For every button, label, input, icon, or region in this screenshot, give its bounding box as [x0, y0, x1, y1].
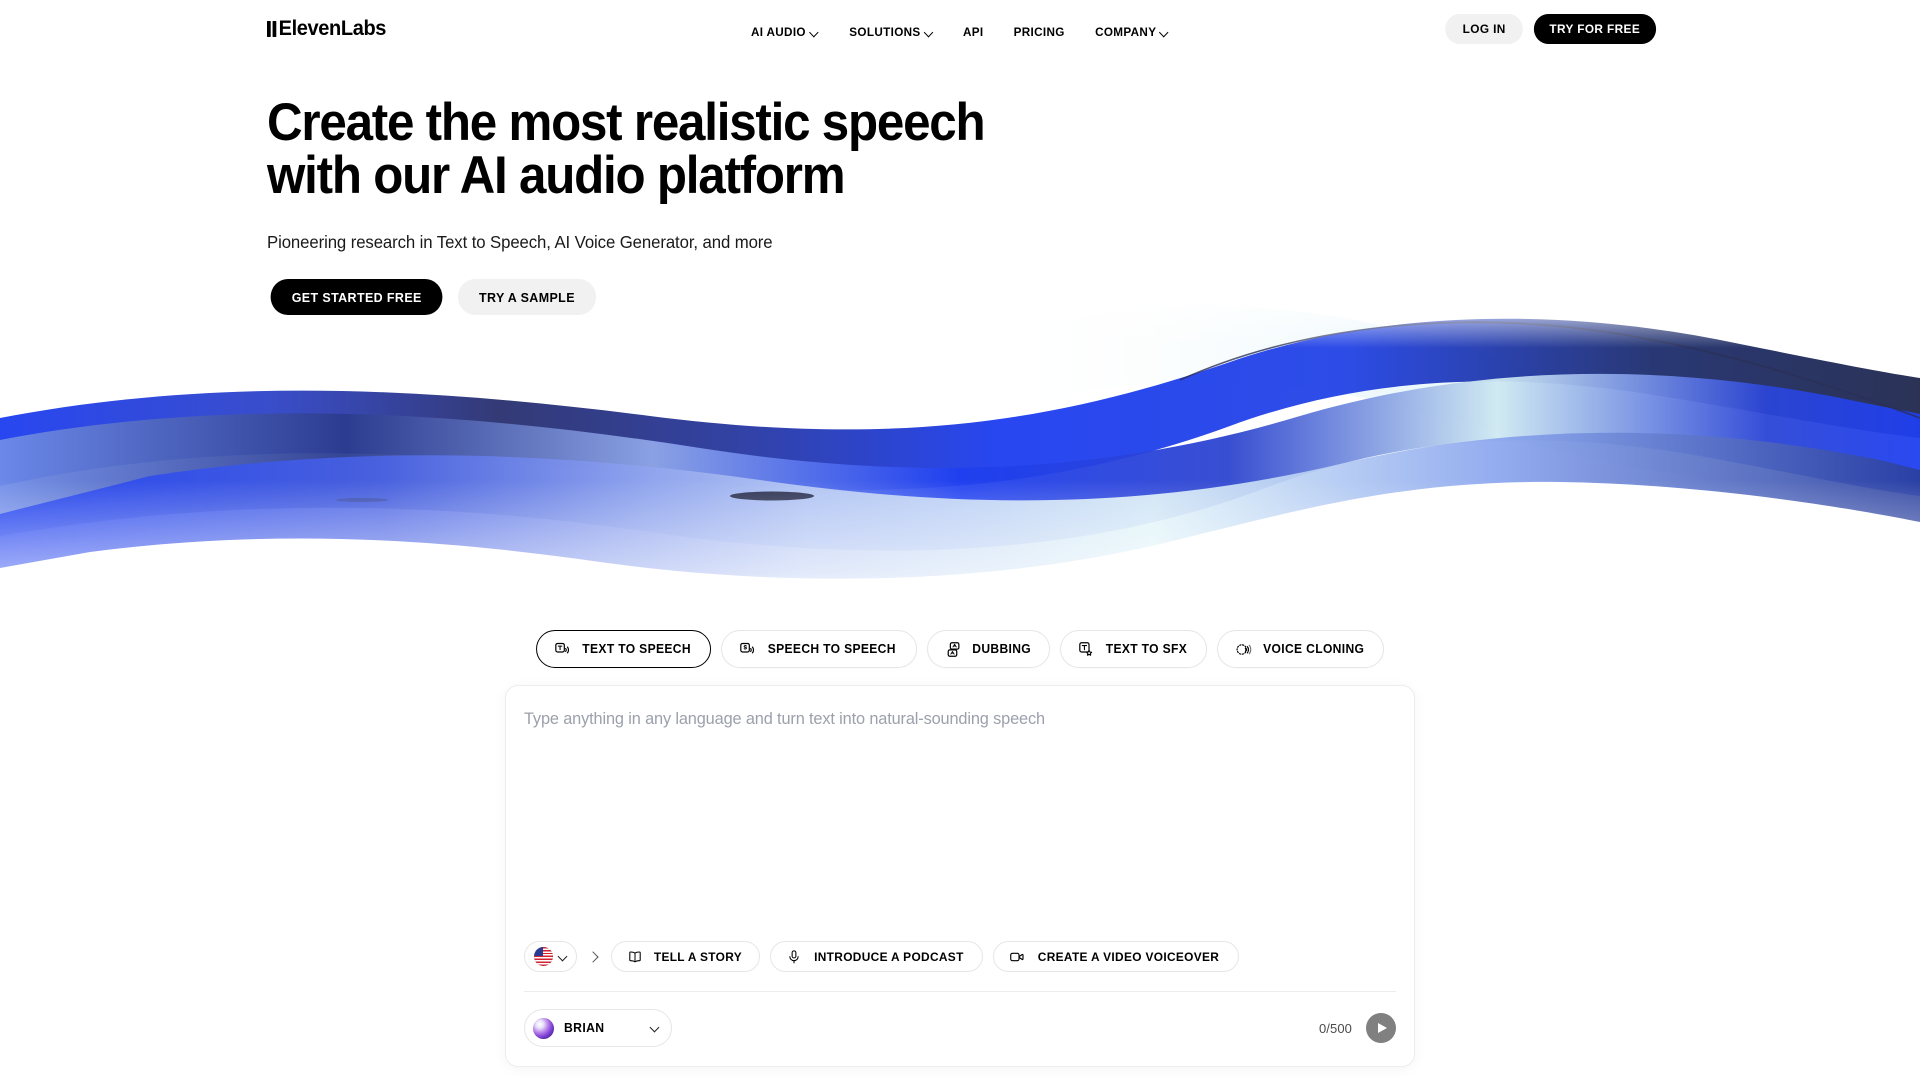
text-to-sfx-icon: [1079, 641, 1092, 656]
page-title: Create the most realistic speech with ou…: [267, 96, 1104, 202]
tab-label: VOICE CLONING: [1262, 642, 1364, 656]
tab-label: SPEECH TO SPEECH: [767, 642, 896, 656]
modality-tabs: TEXT TO SPEECH SPEECH TO SPEECH DUBBING: [536, 630, 1384, 668]
chevron-down-icon: [925, 28, 934, 37]
nav-item-ai-audio[interactable]: AI AUDIO: [751, 25, 818, 39]
hero-heading-line-1: Create the most realistic speech: [267, 93, 986, 152]
suggestion-tell-a-story[interactable]: TELL A STORY: [611, 941, 760, 972]
landing-page: ElevenLabs AI AUDIO SOLUTIONS API PRICIN…: [0, 0, 1920, 1080]
chevron-down-icon: [1160, 28, 1169, 37]
footer-right-group: 0/500: [1319, 1013, 1396, 1043]
voice-name: BRIAN: [564, 1021, 605, 1035]
language-selector[interactable]: [524, 941, 577, 972]
card-footer: BRIAN 0/500: [524, 1004, 1396, 1052]
play-button[interactable]: [1366, 1013, 1396, 1043]
microphone-icon: [789, 949, 799, 963]
tab-text-to-sfx[interactable]: TEXT TO SFX: [1059, 630, 1207, 668]
tab-label: TEXT TO SPEECH: [582, 642, 691, 656]
chevron-down-icon: [558, 952, 567, 961]
wave-top-veil: [0, 300, 1920, 420]
speech-text-input[interactable]: Type anything in any language and turn t…: [524, 708, 1381, 730]
text-to-speech-card: Type anything in any language and turn t…: [505, 685, 1415, 1067]
chip-label: INTRODUCE A PODCAST: [813, 949, 964, 964]
main-navigation: AI AUDIO SOLUTIONS API PRICING COMPANY: [750, 0, 1171, 64]
card-divider: [524, 991, 1396, 992]
character-counter: 0/500: [1318, 1020, 1352, 1036]
tab-label: DUBBING: [971, 642, 1031, 656]
suggestion-create-a-video-voiceover[interactable]: CREATE A VIDEO VOICEOVER: [992, 941, 1239, 972]
hero-heading-line-2: with our AI audio platform: [267, 146, 846, 205]
voice-avatar: [533, 1017, 554, 1039]
video-camera-icon: [1009, 952, 1024, 961]
site-header: ElevenLabs AI AUDIO SOLUTIONS API PRICIN…: [0, 0, 1920, 64]
nav-item-pricing[interactable]: PRICING: [1013, 25, 1064, 39]
tab-text-to-speech[interactable]: TEXT TO SPEECH: [536, 630, 712, 668]
tab-speech-to-speech[interactable]: SPEECH TO SPEECH: [721, 630, 917, 668]
speech-to-speech-icon: [740, 642, 755, 653]
nav-label: COMPANY: [1095, 25, 1157, 39]
prompt-suggestions: TELL A STORY INTRODUCE A PODCAST CREATE …: [524, 941, 1239, 972]
hero-section: Create the most realistic speech with ou…: [267, 96, 1167, 315]
book-icon: [629, 950, 641, 962]
chip-label: CREATE A VIDEO VOICEOVER: [1037, 949, 1219, 964]
chip-label: TELL A STORY: [653, 949, 743, 964]
nav-item-api[interactable]: API: [963, 25, 984, 39]
nav-label: PRICING: [1013, 25, 1065, 39]
text-to-speech-icon: [555, 642, 570, 653]
voice-cloning-icon: [1236, 643, 1251, 655]
get-started-free-button[interactable]: GET STARTED FREE: [270, 279, 443, 315]
elevenlabs-logo[interactable]: ElevenLabs: [267, 16, 386, 41]
logo-wordmark: ElevenLabs: [278, 16, 387, 40]
tab-dubbing[interactable]: DUBBING: [926, 630, 1050, 668]
chevron-down-icon: [650, 1024, 659, 1033]
wave-svg: [0, 300, 1920, 600]
nav-label: API: [963, 25, 984, 39]
us-flag-icon: [534, 947, 553, 966]
log-in-button[interactable]: LOG IN: [1445, 14, 1524, 44]
chevron-right-icon: [587, 950, 601, 964]
chevron-down-icon: [810, 28, 819, 37]
logo-bars-icon: [267, 20, 276, 37]
nav-item-solutions[interactable]: SOLUTIONS: [849, 25, 933, 39]
try-for-free-button[interactable]: TRY FOR FREE: [1534, 14, 1657, 44]
tab-label: TEXT TO SFX: [1105, 642, 1187, 656]
nav-label: AI AUDIO: [750, 25, 806, 39]
wave-bottom-fade: [0, 480, 1920, 600]
play-icon: [1377, 1023, 1387, 1033]
try-a-sample-button[interactable]: TRY A SAMPLE: [458, 279, 597, 315]
hero-subtitle: Pioneering research in Text to Speech, A…: [267, 232, 773, 252]
hero-wave-graphic: [0, 300, 1920, 600]
tab-voice-cloning[interactable]: VOICE CLONING: [1216, 630, 1384, 668]
suggestion-introduce-a-podcast[interactable]: INTRODUCE A PODCAST: [769, 941, 983, 972]
voice-selector[interactable]: BRIAN: [524, 1009, 672, 1047]
dubbing-icon: [947, 641, 960, 657]
nav-label: SOLUTIONS: [849, 25, 921, 39]
header-actions: LOG IN TRY FOR FREE: [1444, 14, 1658, 44]
nav-item-company[interactable]: COMPANY: [1095, 25, 1169, 39]
hero-cta-group: GET STARTED FREE TRY A SAMPLE: [267, 279, 1167, 315]
